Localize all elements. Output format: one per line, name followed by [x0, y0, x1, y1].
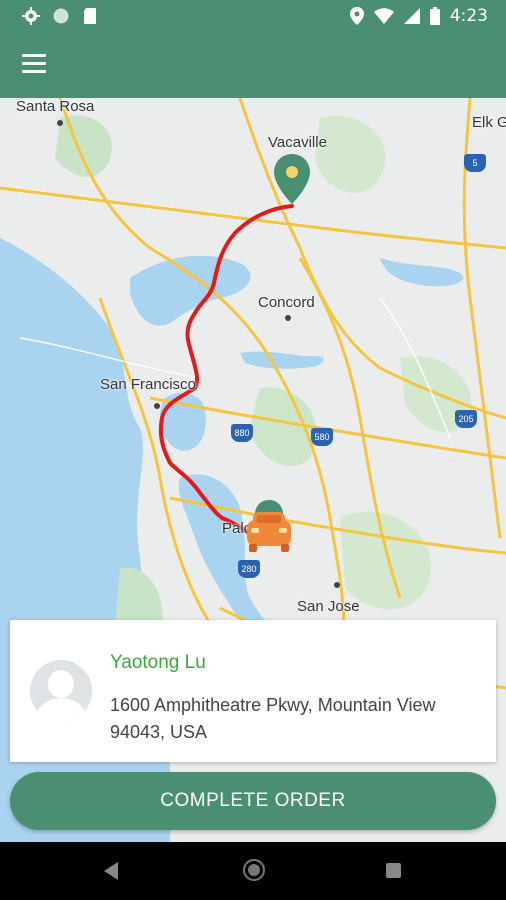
highway-shield: 880 — [231, 424, 253, 442]
order-card[interactable]: Yaotong Lu 1600 Amphitheatre Pkwy, Mount… — [10, 620, 496, 762]
circle-icon — [53, 8, 69, 24]
destination-pin-icon[interactable] — [274, 154, 310, 204]
complete-order-button[interactable]: COMPLETE ORDER — [10, 772, 496, 830]
signal-icon — [403, 8, 420, 24]
sd-card-icon — [84, 8, 96, 24]
status-time: 4:23 — [449, 6, 488, 26]
hamburger-menu-icon[interactable] — [22, 54, 48, 76]
battery-icon — [429, 7, 440, 25]
customer-address: 1600 Amphitheatre Pkwy, Mountain View 94… — [110, 695, 436, 742]
home-icon[interactable] — [243, 859, 265, 881]
wifi-icon — [373, 8, 394, 24]
map-label-city: Concord — [258, 294, 315, 311]
map-label-city: Santa Rosa — [16, 98, 95, 115]
highway-shield: 205 — [455, 410, 477, 428]
customer-name: Yaotong Lu — [110, 652, 206, 673]
highway-shield: 580 — [311, 428, 333, 446]
status-bar: 4:23 — [0, 0, 506, 32]
map-label-city: San Francisco — [100, 376, 196, 393]
back-icon[interactable] — [104, 862, 120, 880]
system-nav-bar — [0, 842, 506, 900]
highway-shield: 5 — [464, 154, 486, 172]
recent-apps-icon[interactable] — [386, 863, 401, 878]
map-label-city: San Jose — [297, 598, 360, 615]
app-bar — [0, 32, 506, 98]
gear-icon — [22, 7, 40, 25]
location-icon — [349, 7, 364, 25]
avatar — [30, 660, 92, 722]
highway-shield: 280 — [238, 560, 260, 578]
map-label-city: Elk G — [472, 114, 506, 131]
map-label-city: Vacaville — [268, 134, 327, 151]
vehicle-icon[interactable] — [243, 500, 295, 556]
